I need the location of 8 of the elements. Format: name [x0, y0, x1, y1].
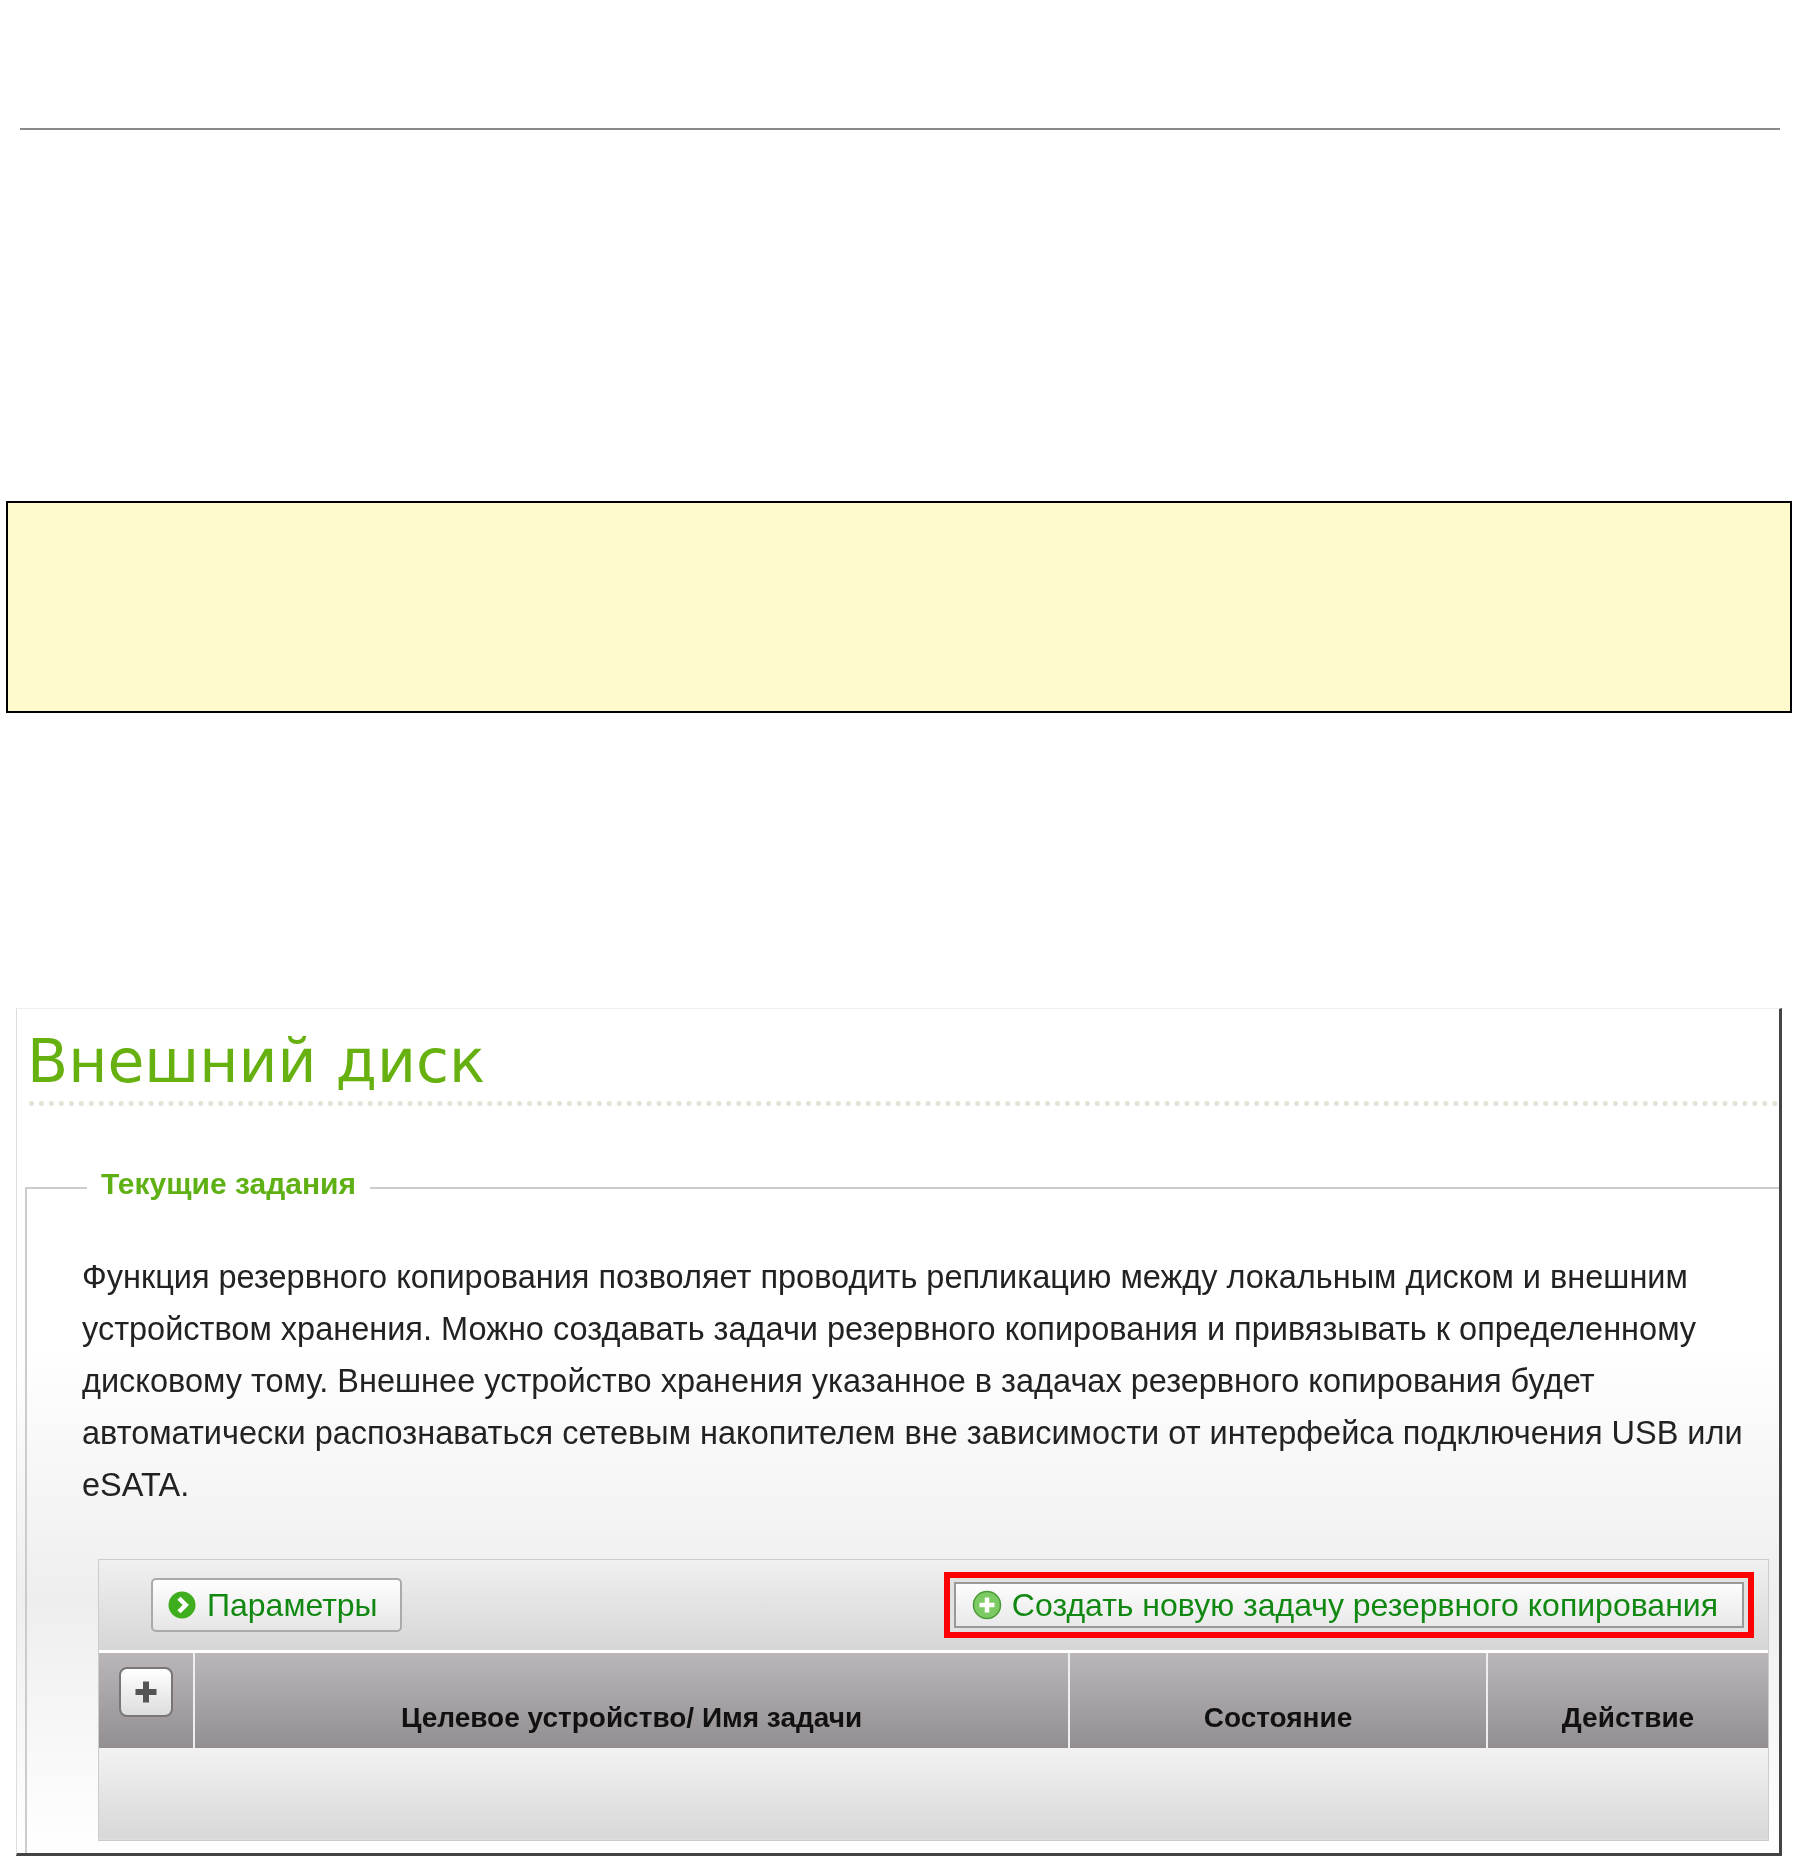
expand-button[interactable] — [119, 1667, 173, 1717]
page-title: Внешний диск — [27, 1025, 487, 1098]
settings-button[interactable]: Параметры — [151, 1578, 402, 1632]
column-header: Действие — [1560, 1701, 1696, 1735]
create-task-button[interactable]: Создать новую задачу резервного копирования — [943, 1572, 1754, 1638]
description-text: Функция резервного копирования позволяет проводить репликацию между локальным диском и внешним устройством хранения. Можно создавать задачи резервного копирования и привязывать к определенному дисковому тому. Внешнее устройство хранения указанное в задачах резервного копирования будет автоматически распознаваться сетевым накопителем вне зависимости от интерфейса подключения USB или eSATA. — [82, 1258, 1744, 1505]
plus-circle-icon — [971, 1590, 1002, 1620]
arrow-circle-icon — [167, 1590, 197, 1620]
